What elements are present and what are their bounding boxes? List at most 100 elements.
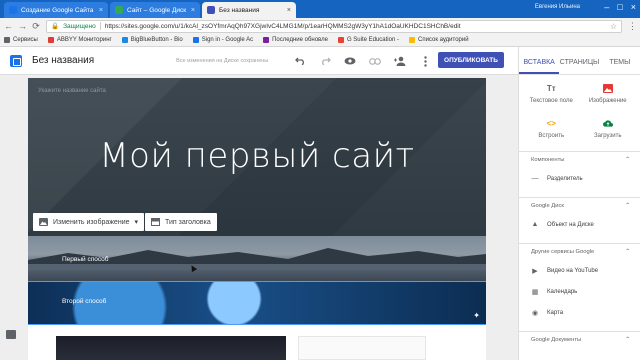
site-title[interactable]: Мой первый сайт	[28, 136, 486, 176]
link-icon[interactable]	[369, 55, 381, 67]
insert-youtube[interactable]: ▶ Видео на YouTube	[519, 260, 640, 281]
section-title: Google Диск	[531, 203, 564, 209]
site-name-placeholder[interactable]: Укажите название сайта	[38, 88, 106, 94]
tab-title: Без названия	[219, 6, 260, 14]
insert-label: Загрузить	[594, 133, 622, 139]
insert-label: Встроить	[538, 133, 565, 139]
button-label: Изменить изображение	[53, 218, 130, 226]
browser-tab-1[interactable]: Создание Google Сайта ×	[4, 2, 108, 18]
insert-upload[interactable]: Загрузить	[580, 118, 637, 139]
publish-button[interactable]: ОПУБЛИКОВАТЬ	[438, 52, 504, 68]
item-label: Видео на YouTube	[547, 267, 599, 274]
section-second-label[interactable]: Второй способ	[62, 298, 106, 305]
bookmark-icon	[408, 37, 415, 43]
profile-name[interactable]: Евгения Ильина	[535, 4, 580, 10]
forward-icon[interactable]: →	[18, 21, 27, 31]
collapse-icon[interactable]: ⌃	[625, 203, 630, 209]
undo-icon[interactable]	[294, 55, 306, 67]
close-window-icon[interactable]: ×	[631, 2, 636, 12]
insert-label: Изображение	[588, 98, 627, 104]
header-type-button[interactable]: Тип заголовка	[145, 213, 217, 231]
menu-icon[interactable]: ⋮	[628, 21, 637, 32]
section-components: Компоненты ⌃ — Разделитель	[519, 151, 640, 189]
toolbar-actions	[294, 55, 431, 67]
image-icon	[602, 83, 613, 93]
section-header[interactable]: Другие сервисы Google ⌃	[519, 244, 640, 260]
close-icon[interactable]: ×	[283, 7, 291, 14]
bookmark-label: Список аудиторий	[417, 37, 469, 43]
back-icon[interactable]: ←	[4, 21, 13, 31]
tab-pages[interactable]: СТРАНИЦЫ	[559, 59, 599, 74]
document-title[interactable]: Без названия	[32, 55, 94, 66]
site-header-banner[interactable]: Укажите название сайта Мой первый сайт И…	[28, 78, 486, 236]
insert-image[interactable]: Изображение	[580, 83, 637, 104]
section-header[interactable]: Компоненты ⌃	[519, 152, 640, 168]
insert-calendar[interactable]: ▦ Календарь	[519, 281, 640, 302]
change-image-button[interactable]: Изменить изображение ▾	[33, 213, 145, 231]
drive-icon: ▲	[531, 221, 539, 228]
more-vert-icon[interactable]	[419, 55, 431, 67]
dropdown-arrow-icon: ▾	[134, 219, 139, 226]
browser-tab-2[interactable]: Сайт – Google Диск ×	[110, 2, 200, 18]
bookmark-icon	[192, 37, 199, 43]
insert-text-box[interactable]: Tт Текстовое поле	[523, 83, 580, 105]
section-header[interactable]: Google Диск ⌃	[519, 198, 640, 214]
section-header[interactable]: Google Документы ⌃	[519, 332, 640, 348]
collapse-icon[interactable]: ⌃	[625, 337, 630, 343]
bookmark-label: BigBlueButton - Bio	[130, 37, 183, 43]
bookmark-icon	[337, 37, 344, 43]
bookmark-apps[interactable]: Сервисы	[4, 37, 38, 43]
insert-map[interactable]: ◉ Карта	[519, 302, 640, 323]
bookmark-item[interactable]: ABBYY Мониторинг	[47, 37, 112, 43]
embed-code-icon: <>	[546, 118, 556, 128]
redo-icon[interactable]	[319, 55, 331, 67]
sparkle-icon[interactable]: ✦	[473, 311, 480, 320]
sites-logo-icon[interactable]	[10, 54, 22, 67]
star-icon[interactable]: ☆	[610, 22, 617, 31]
image-icon	[39, 218, 48, 227]
section-google-docs: Google Документы ⌃	[519, 331, 640, 348]
bookmark-item[interactable]: BigBlueButton - Bio	[121, 37, 183, 43]
item-label: Объект на Диске	[547, 221, 594, 228]
site-page: Укажите название сайта Мой первый сайт И…	[28, 78, 486, 360]
bookmark-icon	[47, 37, 54, 43]
close-icon[interactable]: ×	[187, 7, 195, 14]
bookmark-item[interactable]: Sign in - Google Ac	[192, 37, 253, 43]
map-pin-icon: ◉	[531, 309, 539, 317]
tab-insert[interactable]: ВСТАВКА	[519, 59, 560, 74]
bookmarks-bar: Сервисы ABBYY Мониторинг BigBlueButton -…	[0, 34, 640, 47]
content-image-block[interactable]	[56, 336, 286, 360]
add-person-icon[interactable]	[394, 55, 406, 67]
lock-icon: 🔒	[51, 23, 60, 30]
bookmark-icon	[263, 37, 270, 43]
reload-icon[interactable]: ⟳	[32, 21, 40, 32]
header-type-icon	[151, 218, 161, 227]
browser-tab-3[interactable]: Без названия ×	[202, 2, 296, 18]
maximize-icon[interactable]: □	[617, 2, 622, 12]
browser-tabstrip: Создание Google Сайта × Сайт – Google Ди…	[0, 0, 640, 18]
tab-title: Сайт – Google Диск	[127, 6, 187, 14]
divider	[99, 22, 101, 30]
bookmark-item[interactable]: Список аудиторий	[408, 37, 469, 43]
insert-divider[interactable]: — Разделитель	[519, 168, 640, 189]
panel-tabs: ВСТАВКА СТРАНИЦЫ ТЕМЫ	[519, 47, 640, 75]
preview-eye-icon[interactable]	[344, 55, 356, 67]
collapse-icon[interactable]: ⌃	[625, 157, 630, 163]
section-first-label[interactable]: Первый способ	[62, 256, 109, 263]
content-text-block[interactable]	[298, 336, 426, 360]
bookmark-item[interactable]: Последние обновле	[263, 37, 328, 43]
tab-favicon	[9, 6, 17, 14]
url-input[interactable]: 🔒 Защищено https://sites.google.com/u/1/…	[46, 19, 622, 33]
minimize-icon[interactable]: –	[604, 2, 609, 12]
feedback-icon[interactable]	[6, 330, 16, 339]
insert-grid: Tт Текстовое поле Изображение <> Встроит…	[519, 75, 640, 143]
insert-drive-object[interactable]: ▲ Объект на Диске	[519, 214, 640, 235]
bookmark-item[interactable]: G Suite Education -	[337, 37, 399, 43]
insert-embed[interactable]: <> Встроить	[523, 118, 580, 140]
save-status: Все изменения на Диске сохранены	[176, 57, 269, 64]
button-label: Тип заголовка	[165, 218, 211, 226]
collapse-icon[interactable]: ⌃	[625, 249, 630, 255]
close-icon[interactable]: ×	[95, 7, 103, 14]
section-google-drive: Google Диск ⌃ ▲ Объект на Диске	[519, 197, 640, 235]
tab-themes[interactable]: ТЕМЫ	[600, 59, 640, 74]
